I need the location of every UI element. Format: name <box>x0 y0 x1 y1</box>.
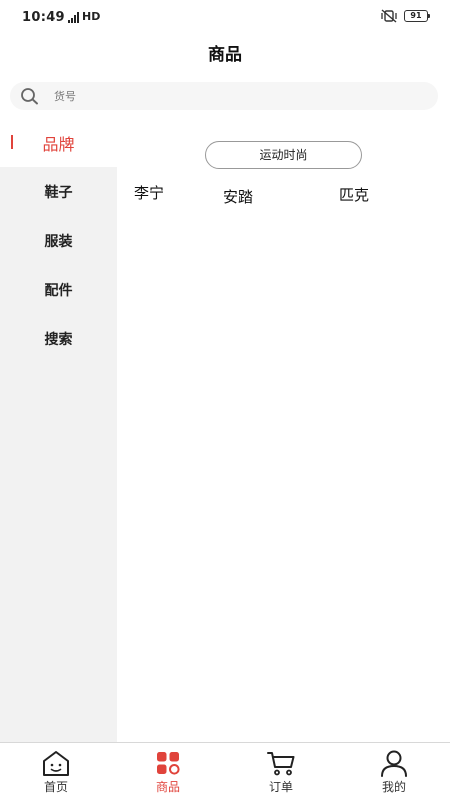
products-icon <box>157 752 180 775</box>
nav-item-products[interactable]: 商品 <box>112 743 224 800</box>
search-bar[interactable] <box>10 82 438 110</box>
sidebar-item-label: 鞋子 <box>44 184 73 201</box>
nav-label: 我的 <box>381 780 406 794</box>
status-time: 10:49 <box>22 10 65 25</box>
search-icon <box>21 88 38 105</box>
sidebar-item-accessories[interactable]: 配件 <box>0 265 117 314</box>
signal-indicator: HD <box>68 10 100 23</box>
status-bar: 10:49 HD 91 <box>0 0 450 34</box>
brand-item-lining[interactable]: 李宁 <box>134 182 164 203</box>
home-icon <box>43 751 69 776</box>
vibrate-mute-icon <box>381 9 397 23</box>
sidebar-item-label: 搜索 <box>44 331 73 348</box>
sidebar-item-label: 配件 <box>44 282 73 299</box>
sidebar-item-shoes[interactable]: 鞋子 <box>0 167 117 216</box>
brand-item-peak[interactable]: 匹克 <box>339 184 369 205</box>
user-icon <box>381 750 407 777</box>
active-indicator <box>11 135 13 149</box>
nav-label: 订单 <box>268 780 293 794</box>
nav-label: 首页 <box>43 780 68 794</box>
network-type: HD <box>82 10 101 23</box>
nav-item-orders[interactable]: 订单 <box>225 743 337 800</box>
sidebar-item-search[interactable]: 搜索 <box>0 314 117 363</box>
sidebar-item-clothing[interactable]: 服装 <box>0 216 117 265</box>
sidebar-item-label: 品牌 <box>42 134 75 154</box>
category-tag[interactable]: 运动时尚 <box>205 141 362 169</box>
sidebar-item-label: 服装 <box>44 233 73 250</box>
category-sidebar: 品牌 鞋子 服装 配件 搜索 <box>0 118 117 742</box>
signal-icon <box>68 12 79 23</box>
nav-item-profile[interactable]: 我的 <box>338 743 450 800</box>
nav-label: 商品 <box>155 780 180 794</box>
cart-icon <box>267 752 295 776</box>
page-title: 商品 <box>208 45 242 65</box>
brand-item-anta[interactable]: 安踏 <box>223 186 253 207</box>
search-input[interactable] <box>54 85 424 107</box>
battery-icon: 91 <box>404 10 430 22</box>
nav-item-home[interactable]: 首页 <box>0 743 112 800</box>
bottom-nav: 首页 商品 订单 我的 <box>0 742 450 800</box>
sidebar-item-brand[interactable]: 品牌 <box>0 118 117 167</box>
